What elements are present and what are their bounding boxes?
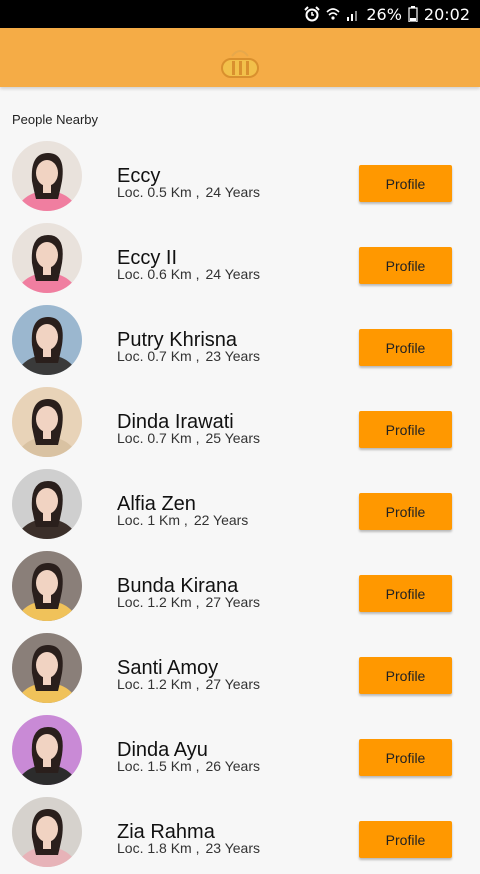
person-distance: Loc. 1.2 Km , bbox=[117, 594, 200, 610]
profile-button[interactable]: Profile bbox=[359, 165, 452, 202]
app-logo-icon bbox=[220, 46, 260, 80]
alarm-icon bbox=[304, 6, 321, 22]
profile-button[interactable]: Profile bbox=[359, 493, 452, 530]
app-bar bbox=[0, 28, 480, 87]
profile-button[interactable]: Profile bbox=[359, 329, 452, 366]
person-meta: Loc. 0.5 Km , 24 Years bbox=[117, 184, 260, 200]
status-icons: 26% 20:02 bbox=[304, 0, 470, 28]
list-item: Zia Rahma Loc. 1.8 Km , 23 Years Profile bbox=[0, 792, 480, 874]
clock-time: 20:02 bbox=[423, 4, 470, 24]
avatar[interactable] bbox=[12, 305, 82, 375]
list-item: Dinda Irawati Loc. 0.7 Km , 25 Years Prof… bbox=[0, 382, 480, 464]
person-distance: Loc. 0.6 Km , bbox=[117, 266, 200, 282]
profile-button[interactable]: Profile bbox=[359, 657, 452, 694]
person-age: 23 Years bbox=[205, 840, 260, 856]
list-item: Alfia Zen Loc. 1 Km , 22 Years Profile bbox=[0, 464, 480, 546]
avatar[interactable] bbox=[12, 141, 82, 211]
battery-percent: 26% bbox=[366, 4, 402, 24]
person-meta: Loc. 0.7 Km , 25 Years bbox=[117, 430, 260, 446]
list-item: Putry Khrisna Loc. 0.7 Km , 23 Years Prof… bbox=[0, 300, 480, 382]
person-age: 23 Years bbox=[205, 348, 260, 364]
profile-button[interactable]: Profile bbox=[359, 575, 452, 612]
person-meta: Loc. 1.8 Km , 23 Years bbox=[117, 840, 260, 856]
list-item: Dinda Ayu Loc. 1.5 Km , 26 Years Profile bbox=[0, 710, 480, 792]
avatar[interactable] bbox=[12, 469, 82, 539]
person-distance: Loc. 1.5 Km , bbox=[117, 758, 200, 774]
avatar[interactable] bbox=[12, 797, 82, 867]
person-meta: Loc. 0.7 Km , 23 Years bbox=[117, 348, 260, 364]
list-item: Santi Amoy Loc. 1.2 Km , 27 Years Profile bbox=[0, 628, 480, 710]
avatar[interactable] bbox=[12, 551, 82, 621]
profile-button[interactable]: Profile bbox=[359, 821, 452, 858]
status-bar: 26% 20:02 bbox=[0, 0, 480, 28]
avatar[interactable] bbox=[12, 223, 82, 293]
profile-button[interactable]: Profile bbox=[359, 739, 452, 776]
person-distance: Loc. 1 Km , bbox=[117, 512, 188, 528]
list-item: Eccy II Loc. 0.6 Km , 24 Years Profile bbox=[0, 218, 480, 300]
list-item: Bunda Kirana Loc. 1.2 Km , 27 Years Profi… bbox=[0, 546, 480, 628]
wifi-icon bbox=[326, 6, 340, 22]
avatar[interactable] bbox=[12, 715, 82, 785]
person-age: 27 Years bbox=[205, 594, 260, 610]
person-distance: Loc. 0.7 Km , bbox=[117, 430, 200, 446]
person-age: 24 Years bbox=[205, 266, 260, 282]
person-age: 27 Years bbox=[205, 676, 260, 692]
avatar[interactable] bbox=[12, 633, 82, 703]
person-meta: Loc. 1.2 Km , 27 Years bbox=[117, 594, 260, 610]
person-distance: Loc. 1.2 Km , bbox=[117, 676, 200, 692]
person-age: 25 Years bbox=[205, 430, 260, 446]
person-distance: Loc. 0.7 Km , bbox=[117, 348, 200, 364]
person-distance: Loc. 1.8 Km , bbox=[117, 840, 200, 856]
person-meta: Loc. 0.6 Km , 24 Years bbox=[117, 266, 260, 282]
person-distance: Loc. 0.5 Km , bbox=[117, 184, 200, 200]
profile-button[interactable]: Profile bbox=[359, 411, 452, 448]
person-meta: Loc. 1 Km , 22 Years bbox=[117, 512, 248, 528]
person-meta: Loc. 1.5 Km , 26 Years bbox=[117, 758, 260, 774]
battery-icon bbox=[408, 6, 418, 22]
person-meta: Loc. 1.2 Km , 27 Years bbox=[117, 676, 260, 692]
list-item: Eccy Loc. 0.5 Km , 24 Years Profile bbox=[0, 136, 480, 218]
profile-button[interactable]: Profile bbox=[359, 247, 452, 284]
person-age: 24 Years bbox=[205, 184, 260, 200]
person-age: 26 Years bbox=[205, 758, 260, 774]
person-age: 22 Years bbox=[193, 512, 249, 528]
avatar[interactable] bbox=[12, 387, 82, 457]
signal-icon bbox=[346, 7, 360, 21]
section-title: People Nearby bbox=[12, 112, 98, 127]
